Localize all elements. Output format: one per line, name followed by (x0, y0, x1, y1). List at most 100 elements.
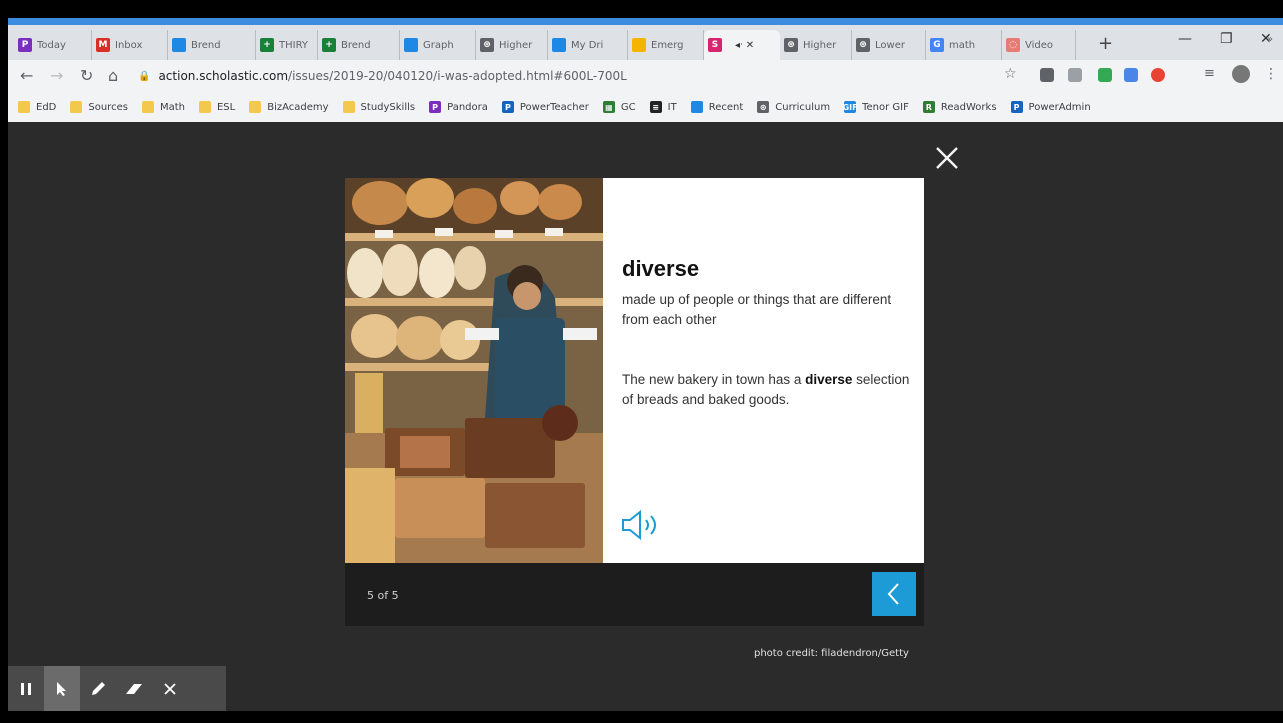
tab-label: Emerg (651, 39, 684, 51)
bookmark-item[interactable]: GIF Tenor GIF (843, 101, 909, 113)
folder-icon (70, 101, 83, 113)
bookmark-label: Curriculum (775, 101, 831, 113)
definition-panel: diverse made up of people or things that… (603, 178, 924, 563)
browser-tab[interactable]: + Brend (318, 30, 400, 60)
bookmark-item[interactable]: BizAcademy (249, 101, 329, 113)
classroom-extension-icon[interactable] (1098, 68, 1112, 82)
vocab-definition: made up of people or things that are dif… (622, 292, 892, 327)
tab-label: Higher (499, 39, 533, 51)
reading-list-icon[interactable]: ≡ (1204, 66, 1215, 81)
bookmark-item[interactable]: Sources (70, 101, 128, 113)
browser-tab[interactable]: ⊛ Lower (852, 30, 926, 60)
bookmark-item[interactable]: ⊛ Curriculum (757, 101, 830, 113)
folder-icon (342, 101, 355, 113)
home-icon[interactable]: ⌂ (108, 66, 118, 85)
bookmark-item[interactable]: Math (141, 101, 185, 113)
record-extension-icon[interactable] (1151, 68, 1165, 82)
browser-chrome: P Today M Inbox Brend + THIRY + Brend Graph ⊛ Highe… (8, 25, 1283, 122)
site-favicon-icon: R (922, 101, 935, 113)
folder-icon (18, 101, 30, 113)
tab-label: My Dri (571, 39, 604, 51)
browser-tab[interactable]: ⊛ Higher (476, 30, 548, 60)
bookmark-label: GC (620, 101, 636, 113)
highlighter-tool-button[interactable] (116, 666, 152, 711)
bookmark-label: PowerAdmin (1028, 101, 1091, 113)
tab-label: Higher (803, 39, 837, 51)
eraser-icon (126, 683, 142, 694)
forward-icon[interactable]: → (50, 66, 63, 85)
bookmark-label: Math (159, 101, 185, 113)
folder-icon (198, 101, 211, 113)
scholastic-icon: S (708, 38, 722, 52)
bookmark-item[interactable]: ≡ IT (649, 101, 677, 113)
sheets-plus-icon: + (260, 38, 274, 52)
minimize-icon[interactable]: — (1178, 31, 1192, 47)
bookmarks-bar: EdD Sources Math ESL BizAcademy StudySkills P P… (8, 92, 1283, 122)
lock-icon: 🔒 (138, 70, 151, 82)
pandora-icon: P (18, 38, 32, 52)
sheets-plus-icon: + (322, 38, 336, 52)
folder-icon (249, 101, 262, 113)
bookmark-label: Tenor GIF (862, 101, 909, 113)
browser-tab[interactable]: Graph (400, 30, 476, 60)
browser-tab[interactable]: Gmath (926, 30, 1002, 60)
browser-tab[interactable]: M Inbox (92, 30, 168, 60)
browser-tab[interactable]: Brend (168, 30, 256, 60)
bookmark-item[interactable]: ESL (198, 101, 235, 113)
back-icon[interactable]: ← (20, 66, 33, 85)
bookmark-item[interactable]: R ReadWorks (922, 101, 997, 113)
pointer-tool-button[interactable] (44, 666, 80, 711)
bookmark-label: PowerTeacher (519, 101, 589, 113)
bookmark-item[interactable]: EdD (18, 101, 56, 113)
screen: P Today M Inbox Brend + THIRY + Brend Graph ⊛ Highe… (0, 0, 1283, 723)
close-icon[interactable] (933, 144, 961, 172)
pause-button[interactable] (8, 666, 44, 711)
browser-tab[interactable]: ⊛ Higher (780, 30, 852, 60)
address-row: ← → ↻ ⌂ 🔒 action.scholastic.com/issues/2… (8, 60, 1283, 92)
tab-label: Inbox (115, 39, 143, 51)
vocab-word: diverse (622, 256, 700, 281)
bookmark-item[interactable]: P PowerTeacher (501, 101, 589, 113)
bookmark-item[interactable]: Recent (690, 101, 743, 113)
bookmark-item[interactable]: StudySkills (342, 101, 415, 113)
browser-tab[interactable]: S ◂ᐧ ✕ (704, 30, 780, 60)
address-bar[interactable]: 🔒 action.scholastic.com/issues/2019-20/0… (138, 64, 1008, 88)
tab-audio-close-icon[interactable]: ◂ᐧ ✕ (735, 40, 754, 51)
avatar[interactable] (1232, 65, 1250, 83)
bookmark-label: BizAcademy (267, 101, 329, 113)
reload-icon[interactable]: ↻ (80, 66, 93, 85)
drive-icon (172, 38, 186, 52)
browser-tab[interactable]: P Today (14, 30, 92, 60)
site-favicon-icon: ⊛ (757, 101, 770, 113)
new-tab-button[interactable]: + (1098, 33, 1113, 54)
browser-tab[interactable]: + THIRY (256, 30, 318, 60)
close-toolbar-button[interactable] (152, 666, 188, 711)
grammar-extension-icon[interactable] (1068, 68, 1082, 82)
mail-extension-icon[interactable] (1040, 68, 1054, 82)
site-favicon-icon: P (429, 101, 442, 113)
card-footer: 5 of 5 (345, 563, 924, 626)
browser-tab[interactable]: ◌ Video (1002, 30, 1076, 60)
pen-tool-button[interactable] (80, 666, 116, 711)
browser-tab[interactable]: My Dri (548, 30, 628, 60)
photo-credit: photo credit: filadendron/Getty (754, 648, 909, 659)
bookmark-item[interactable]: ▦ GC (602, 101, 636, 113)
previous-button[interactable] (872, 572, 916, 616)
browser-tab[interactable]: Emerg (628, 30, 704, 60)
translate-extension-icon[interactable] (1124, 68, 1138, 82)
bookmark-star-icon[interactable]: ☆ (1004, 66, 1017, 82)
more-bookmarks-icon[interactable]: » (1267, 34, 1273, 45)
restore-icon[interactable]: ❐ (1220, 31, 1233, 47)
vocab-example: The new bakery in town has a diverse sel… (622, 370, 912, 410)
bookmark-item[interactable]: P PowerAdmin (1010, 101, 1091, 113)
bookmark-label: EdD (36, 101, 57, 113)
google-icon: G (930, 38, 944, 52)
url-host: action.scholastic.com (158, 69, 289, 83)
globe-icon: ⊛ (480, 38, 494, 52)
speaker-icon[interactable] (620, 509, 662, 541)
chevron-left-icon (887, 583, 899, 605)
menu-kebab-icon[interactable]: ⋮ (1264, 66, 1278, 82)
bookmark-label: Pandora (447, 101, 488, 113)
site-favicon-icon: P (1010, 101, 1023, 113)
bookmark-item[interactable]: P Pandora (429, 101, 488, 113)
